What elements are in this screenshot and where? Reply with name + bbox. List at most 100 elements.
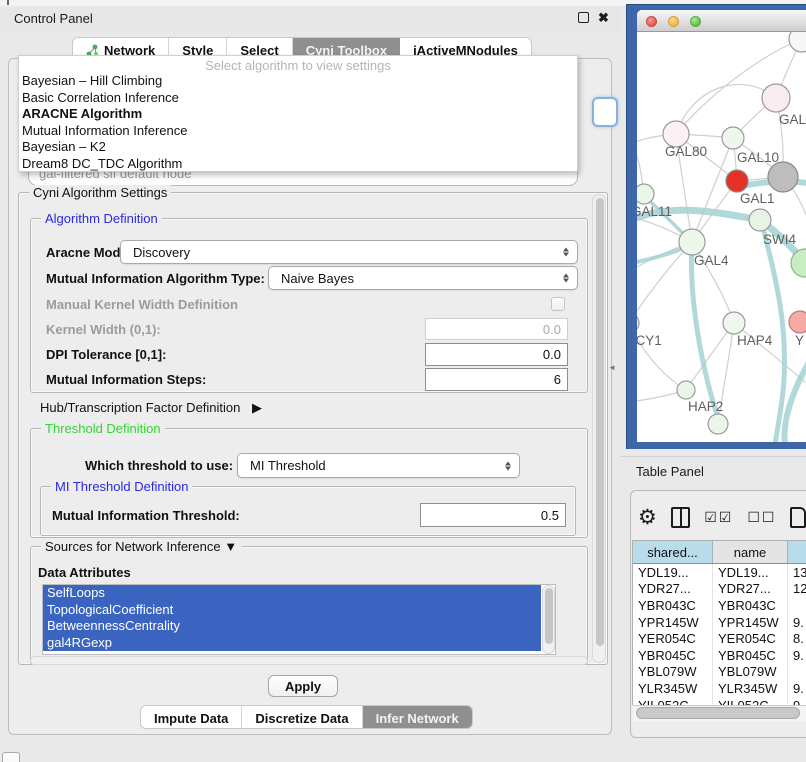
collapse-down-icon[interactable]: ▼ [224, 539, 237, 554]
network-node-gal[interactable] [762, 84, 790, 112]
network-node-hap2[interactable] [677, 381, 695, 399]
tab-impute-data[interactable]: Impute Data [141, 706, 242, 728]
kernel-width-label: Kernel Width (0,1): [46, 322, 161, 337]
table-cell: YBL079W [633, 664, 713, 681]
mi-type-value: Naive Bayes [281, 271, 354, 286]
algorithm-option[interactable]: Bayesian – K2 [19, 139, 577, 156]
network-edge[interactable] [676, 84, 776, 134]
node-table[interactable]: shared...name YDL19...YDL19...13YDR27...… [632, 540, 806, 705]
table-row[interactable]: YIL052CYIL052C9 [633, 697, 806, 705]
kernel-width-field[interactable]: 0.0 [425, 318, 568, 340]
threshold-definition-title: Threshold Definition [41, 421, 165, 436]
mi-threshold-field[interactable]: 0.5 [420, 503, 566, 527]
tab-discretize-data[interactable]: Discretize Data [242, 706, 362, 728]
settings-hscrollbar[interactable] [30, 656, 588, 665]
settings-scrollbar[interactable] [592, 194, 606, 663]
algorithm-option[interactable]: Mutual Information Inference [19, 123, 577, 140]
mac-zoom-button[interactable] [690, 16, 701, 27]
table-row[interactable]: YPR145WYPR145W9. [633, 614, 806, 631]
network-node[interactable] [708, 414, 728, 434]
columns-icon[interactable] [671, 507, 690, 528]
table-row[interactable]: YER054CYER054C8. [633, 630, 806, 647]
network-node[interactable] [789, 32, 806, 52]
table-row[interactable]: YDL19...YDL19...13 [633, 564, 806, 581]
mi-steps-field[interactable]: 6 [425, 368, 568, 391]
hub-definition-row[interactable]: Hub/Transcription Factor Definition ▶ [40, 400, 262, 416]
table-cell: YDR27... [713, 581, 788, 598]
network-node-gal10[interactable] [722, 127, 744, 149]
dpi-tolerance-field[interactable]: 0.0 [425, 343, 568, 366]
spinner-arrows-icon [563, 248, 569, 257]
table-cell: 9. [788, 647, 806, 664]
mi-threshold-label: Mutual Information Threshold: [52, 508, 240, 523]
aracne-mode-combo[interactable]: Discovery [120, 240, 578, 264]
network-node-y[interactable] [789, 311, 806, 333]
mi-type-combo[interactable]: Naive Bayes [268, 266, 578, 290]
network-node-gal4[interactable] [679, 229, 705, 255]
network-node-gcy1[interactable] [637, 313, 639, 333]
document-icon[interactable] [790, 507, 806, 528]
algorithm-option[interactable]: ARACNE Algorithm [19, 106, 577, 123]
column-header-shared...[interactable]: shared... [633, 541, 713, 563]
tab-infer-network[interactable]: Infer Network [363, 706, 472, 728]
table-rows: YDL19...YDL19...13YDR27...YDR27...12YBR0… [633, 564, 806, 705]
data-attributes-list[interactable]: SelfLoopsTopologicalCoefficientBetweenne… [42, 584, 556, 655]
network-edge[interactable] [686, 323, 734, 390]
mi-threshold-title: MI Threshold Definition [51, 479, 192, 494]
algorithm-option[interactable]: Bayesian – Hill Climbing [19, 73, 577, 90]
network-node-label: GAL4 [694, 253, 729, 268]
table-cell: YDL19... [713, 564, 788, 581]
apply-button[interactable]: Apply [268, 675, 338, 697]
network-edge[interactable] [691, 244, 720, 424]
control-panel-title: Control Panel [14, 11, 93, 26]
algorithm-option[interactable]: Basic Correlation Inference [19, 90, 577, 107]
attribute-item[interactable]: gal4RGexp [43, 635, 541, 652]
table-row[interactable]: YLR345WYLR345W9. [633, 680, 806, 697]
table-cell: YDR27... [633, 581, 713, 598]
column-header-partial[interactable] [788, 541, 806, 563]
mini-corner-button[interactable] [2, 752, 20, 762]
control-panel-titlebar [0, 6, 620, 32]
sources-title-text: Sources for Network Inference [45, 539, 221, 554]
table-cell: YBR043C [713, 597, 788, 614]
table-hscrollbar-thumb[interactable] [636, 707, 800, 719]
network-node-gal1[interactable] [726, 170, 748, 192]
network-window-titlebar[interactable] [637, 10, 806, 32]
network-node-label: HAP2 [688, 399, 723, 414]
mac-minimize-button[interactable] [668, 16, 679, 27]
network-node-label: Y [795, 333, 804, 348]
attribute-item[interactable]: BetweennessCentrality [43, 618, 541, 635]
checked-boxes-icon[interactable]: ☑☑ [704, 509, 733, 526]
inference-algorithm-combo-fragment[interactable] [592, 97, 618, 127]
algorithm-option[interactable]: Dream8 DC_TDC Algorithm [19, 156, 577, 173]
close-icon[interactable]: ✖ [597, 11, 610, 24]
gear-icon[interactable]: ⚙ [638, 507, 657, 528]
manual-kernel-checkbox[interactable] [551, 297, 565, 311]
table-cell: 9 [788, 697, 806, 705]
network-canvas[interactable]: GALGAL80GAL10GAL1GAL11SWI4GAL4GCY1HAP4YH… [637, 32, 806, 442]
column-header-name[interactable]: name [713, 541, 788, 563]
splitpane-collapse-arrow[interactable]: ◄ [608, 363, 616, 372]
attribute-item[interactable]: SelfLoops [43, 585, 541, 602]
which-threshold-value: MI Threshold [250, 458, 326, 473]
mi-steps-label: Mutual Information Steps: [46, 372, 206, 387]
mac-close-button[interactable] [646, 16, 657, 27]
network-node-swi4[interactable] [749, 209, 771, 231]
network-node[interactable] [768, 162, 798, 192]
table-cell: 8. [788, 630, 806, 647]
network-node-hap4[interactable] [723, 312, 745, 334]
table-row[interactable]: YBL079WYBL079W [633, 664, 806, 681]
float-window-icon[interactable] [578, 12, 589, 23]
table-cell: 9. [788, 680, 806, 697]
table-row[interactable]: YBR043CYBR043C [633, 597, 806, 614]
expand-right-icon[interactable]: ▶ [252, 400, 262, 416]
unchecked-boxes-icon[interactable]: ☐☐ [747, 509, 776, 526]
attr-list-scrollbar[interactable] [542, 585, 555, 654]
table-row[interactable]: YDR27...YDR27...12 [633, 581, 806, 598]
network-node-gal11[interactable] [637, 184, 654, 204]
which-threshold-combo[interactable]: MI Threshold [237, 453, 520, 478]
attribute-item[interactable]: TopologicalCoefficient [43, 602, 541, 619]
which-threshold-label: Which threshold to use: [85, 458, 233, 473]
table-cell [788, 664, 806, 681]
table-row[interactable]: YBR045CYBR045C9. [633, 647, 806, 664]
